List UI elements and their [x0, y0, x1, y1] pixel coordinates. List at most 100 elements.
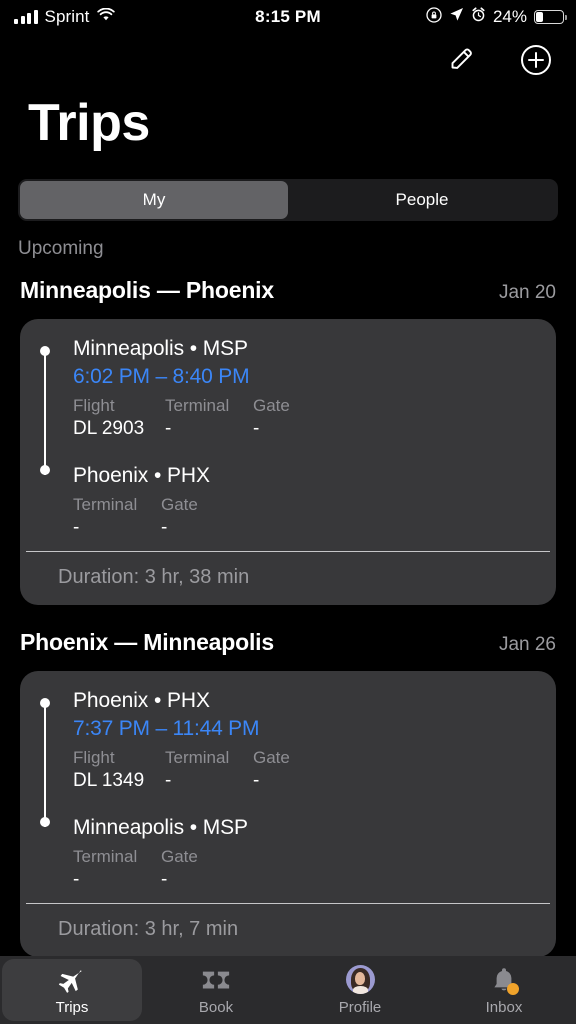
section-label-upcoming: Upcoming — [18, 238, 104, 259]
trip-date: Jan 20 — [498, 282, 556, 303]
trip-card[interactable]: Phoenix • PHX 7:37 PM – 11:44 PM Flight … — [20, 671, 556, 957]
trip-card[interactable]: Minneapolis • MSP 6:02 PM – 8:40 PM Flig… — [20, 319, 556, 605]
gate-label: Gate — [253, 748, 290, 767]
battery-fill — [536, 12, 543, 22]
tab-inbox[interactable]: Inbox — [434, 959, 574, 1021]
status-bar-right: 24% — [426, 6, 567, 28]
tab-profile[interactable]: Profile — [290, 959, 430, 1021]
notification-badge — [507, 982, 519, 995]
trips-scope-segmented-control[interactable]: My People — [18, 179, 558, 221]
trip-duration: Duration: 3 hr, 38 min — [58, 566, 250, 588]
departure-detail-columns: Flight DL 1349 Terminal - Gate - — [73, 748, 556, 792]
trip-date: Jan 26 — [498, 634, 556, 655]
departure-airport-code: PHX — [166, 689, 210, 712]
terminal-label: Terminal — [165, 396, 230, 415]
flight-value: DL 2903 — [73, 418, 145, 439]
timeline-line — [44, 351, 46, 475]
timeline-indicator — [40, 698, 50, 903]
arrival-city: Minneapolis • MSP — [73, 816, 556, 840]
battery-percent-label: 24% — [492, 7, 527, 26]
departure-detail-columns: Flight DL 2903 Terminal - Gate - — [73, 396, 556, 440]
separator-dot: • — [153, 689, 162, 712]
departure-time-range: 6:02 PM – 8:40 PM — [73, 365, 250, 388]
trip-duration: Duration: 3 hr, 7 min — [58, 918, 239, 940]
trips-screen: Sprint 8:15 PM 24% Trips My People Upcom… — [0, 0, 576, 1024]
segment-people[interactable]: People — [288, 181, 556, 219]
timeline-dot-arrival — [40, 817, 50, 827]
arrival-city-name: Phoenix — [73, 464, 149, 487]
arrival-detail-columns: Terminal - Gate - — [73, 495, 556, 539]
alarm-clock-icon — [471, 7, 486, 27]
trip-header: Phoenix — Minneapolis Jan 26 — [0, 629, 576, 656]
departure-city: Minneapolis • MSP — [73, 337, 556, 361]
trip-route: Minneapolis — Phoenix — [20, 277, 274, 303]
trip-header: Minneapolis — Phoenix Jan 20 — [0, 277, 576, 304]
tab-book[interactable]: Book — [146, 959, 286, 1021]
trip-legs: Minneapolis • MSP 6:02 PM – 8:40 PM Flig… — [20, 337, 556, 551]
arrival-leg: Minneapolis • MSP Terminal - Gate - — [20, 816, 556, 891]
flight-column: Flight DL 2903 — [73, 396, 165, 440]
status-bar: Sprint 8:15 PM 24% — [0, 0, 576, 34]
trip-item[interactable]: Phoenix — Minneapolis Jan 26 Phoenix • P… — [0, 629, 576, 957]
avatar-face — [355, 971, 365, 985]
timeline-line — [44, 703, 46, 827]
trip-item[interactable]: Minneapolis — Phoenix Jan 20 Minneapolis… — [0, 277, 576, 605]
segment-my[interactable]: My — [20, 181, 288, 219]
edit-button[interactable] — [440, 40, 484, 84]
terminal-label: Terminal — [73, 495, 138, 514]
gate-value: - — [253, 418, 260, 439]
gate-label: Gate — [161, 495, 198, 514]
avatar-body — [352, 986, 368, 994]
separator-dot: • — [153, 464, 162, 487]
location-arrow-icon — [449, 7, 464, 27]
separator-dot: • — [189, 337, 197, 360]
gate-column: Gate - — [161, 847, 241, 891]
gate-label: Gate — [253, 396, 290, 415]
bottom-tab-bar: Trips Book Profile Inbox — [0, 956, 576, 1024]
gate-value: - — [161, 517, 168, 538]
departure-airport-code: MSP — [202, 337, 248, 360]
timeline-dot-departure — [40, 698, 50, 708]
departure-leg: Phoenix • PHX 7:37 PM – 11:44 PM Flight … — [20, 689, 556, 792]
tab-label: Book — [198, 998, 234, 1016]
page-title: Trips — [28, 94, 150, 152]
trips-list: Minneapolis — Phoenix Jan 20 Minneapolis… — [0, 277, 576, 981]
gate-value: - — [161, 869, 168, 890]
terminal-column: Terminal - — [165, 748, 253, 792]
separator-dot: • — [189, 816, 197, 839]
arrival-leg: Phoenix • PHX Terminal - Gate - — [20, 464, 556, 539]
arrival-airport-code: PHX — [166, 464, 210, 487]
arrival-detail-columns: Terminal - Gate - — [73, 847, 556, 891]
timeline-dot-departure — [40, 346, 50, 356]
terminal-value: - — [73, 517, 80, 538]
departure-city-name: Phoenix — [73, 689, 149, 712]
trip-route: Phoenix — Minneapolis — [20, 629, 274, 655]
arrival-city: Phoenix • PHX — [73, 464, 556, 488]
gate-column: Gate - — [161, 495, 241, 539]
departure-time-range: 7:37 PM – 11:44 PM — [73, 717, 260, 740]
gate-label: Gate — [161, 847, 198, 866]
tab-trips[interactable]: Trips — [2, 959, 142, 1021]
flight-column: Flight DL 1349 — [73, 748, 165, 792]
departure-city: Phoenix • PHX — [73, 689, 556, 713]
terminal-column: Terminal - — [73, 495, 161, 539]
add-trip-button[interactable] — [514, 40, 558, 84]
gate-column: Gate - — [253, 748, 333, 792]
terminal-value: - — [165, 770, 172, 791]
terminal-column: Terminal - — [73, 847, 161, 891]
rotation-lock-icon — [426, 6, 442, 28]
avatar — [345, 965, 375, 995]
terminal-value: - — [165, 418, 172, 439]
nav-actions — [440, 40, 558, 84]
tab-label: Trips — [55, 998, 89, 1016]
bell-icon — [491, 965, 519, 995]
airplane-icon — [57, 965, 87, 995]
departure-leg: Minneapolis • MSP 6:02 PM – 8:40 PM Flig… — [20, 337, 556, 440]
flight-label: Flight — [73, 748, 115, 767]
terminal-label: Terminal — [165, 748, 230, 767]
tab-label: Inbox — [485, 998, 523, 1016]
avatar-photo — [345, 965, 375, 994]
departure-city-name: Minneapolis — [73, 337, 184, 360]
tab-label: Profile — [338, 998, 382, 1016]
gate-column: Gate - — [253, 396, 333, 440]
